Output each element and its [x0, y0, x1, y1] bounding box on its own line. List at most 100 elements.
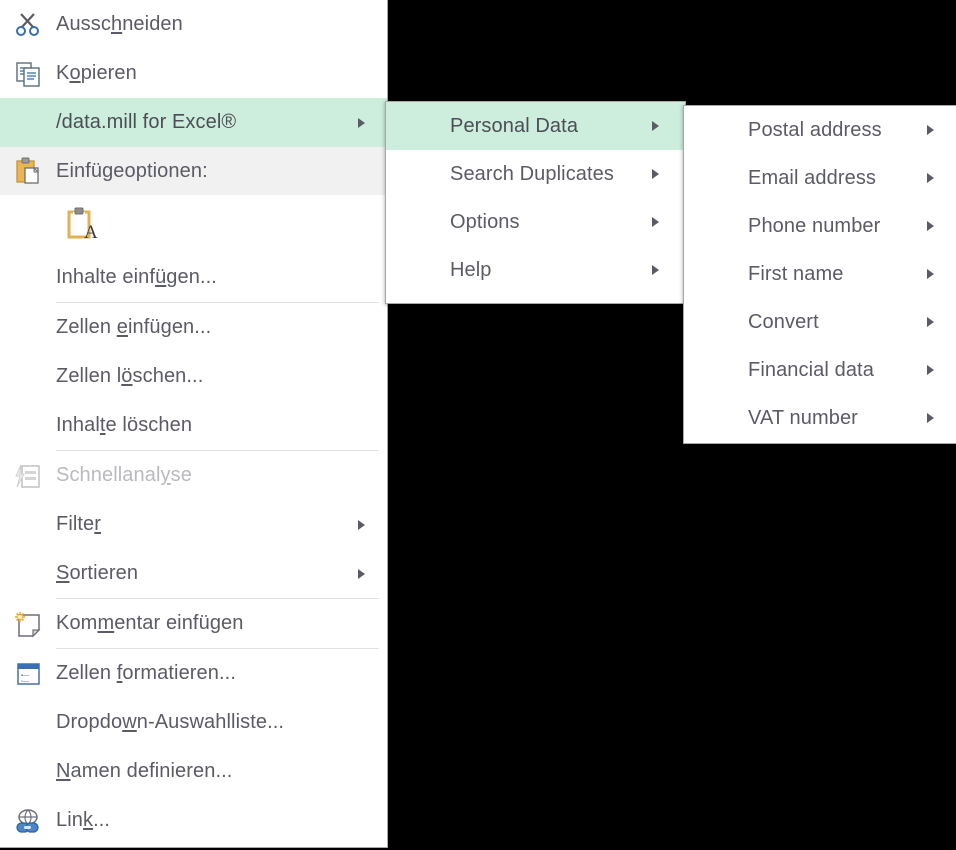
menu-item-label: Kopieren: [56, 62, 137, 84]
menu-item-copy[interactable]: Kopieren: [0, 49, 387, 98]
menu-item-sort[interactable]: Sortieren: [0, 549, 387, 598]
menu-item-icon-slot: [386, 150, 450, 199]
submenu-item-label: Options: [450, 210, 520, 233]
menu-item-icon-slot: [0, 500, 56, 549]
svg-text:A: A: [84, 222, 98, 243]
menu-item-insert-comment[interactable]: Kommentar einfügen: [0, 599, 387, 648]
menu-item-icon-slot: [0, 698, 56, 747]
menu-item-icon-slot: [0, 549, 56, 598]
menu-item-label: Namen definieren...: [56, 760, 233, 782]
submenu-item-label: Search Duplicates: [450, 162, 615, 185]
submenu-item-convert[interactable]: Convert: [684, 298, 956, 346]
menu-item-icon-slot: [684, 154, 748, 203]
scissors-icon: [0, 0, 56, 49]
hyperlink-icon: [0, 796, 56, 845]
menu-item-format-cells[interactable]: ▪— ▫— Zellen formatieren...: [0, 649, 387, 698]
menu-item-pick-from-dropdown[interactable]: Dropdown-Auswahlliste...: [0, 698, 387, 747]
menu-item-label: Schnellanalyse: [56, 464, 192, 486]
submenu-item-financial-data[interactable]: Financial data: [684, 346, 956, 394]
menu-item-icon-slot: [386, 102, 450, 151]
submenu-arrow-icon: [927, 317, 934, 327]
submenu-arrow-icon: [927, 173, 934, 183]
submenu-item-label: Phone number: [748, 214, 881, 237]
submenu-arrow-icon: [652, 217, 659, 227]
menu-item-paste-special[interactable]: Inhalte einfügen...: [0, 253, 387, 302]
menu-item-define-name[interactable]: Namen definieren...: [0, 747, 387, 796]
submenu-arrow-icon: [927, 365, 934, 375]
menu-item-label: Zellen löschen...: [56, 365, 204, 387]
submenu-arrow-icon: [927, 221, 934, 231]
submenu-item-label: Convert: [748, 310, 819, 333]
submenu-item-label: First name: [748, 262, 844, 285]
submenu-arrow-icon: [358, 519, 365, 530]
menu-item-label: /data.mill for Excel®: [56, 111, 237, 133]
menu-item-hyperlink[interactable]: Link...: [0, 796, 387, 845]
submenu-arrow-icon: [927, 269, 934, 279]
submenu-item-vat-number[interactable]: VAT number: [684, 394, 956, 442]
submenu-item-personal-data[interactable]: Personal Data: [386, 102, 685, 150]
submenu-item-label: Help: [450, 258, 492, 281]
menu-item-label: Zellen einfügen...: [56, 316, 212, 338]
quick-analysis-icon: [0, 451, 56, 500]
menu-item-icon-slot: [0, 98, 56, 147]
menu-item-icon-slot: [386, 198, 450, 247]
menu-item-icon-slot: [0, 747, 56, 796]
submenu-item-postal-address[interactable]: Postal address: [684, 106, 956, 154]
submenu-arrow-icon: [927, 413, 934, 423]
menu-item-filter[interactable]: Filter: [0, 500, 387, 549]
submenu-item-label: Postal address: [748, 118, 882, 141]
menu-item-icon-slot: [0, 401, 56, 450]
submenu-arrow-icon: [652, 121, 659, 131]
menu-item-label: Inhalte einfügen...: [56, 266, 217, 288]
comment-icon: [0, 599, 56, 648]
menu-item-icon-slot: [684, 106, 748, 155]
submenu-item-email-address[interactable]: Email address: [684, 154, 956, 202]
submenu-arrow-icon: [358, 117, 365, 128]
menu-item-label: Inhalte löschen: [56, 414, 193, 436]
submenu-item-label: Personal Data: [450, 114, 579, 137]
svg-text:▫—: ▫—: [21, 679, 29, 685]
excel-cell-context-menu[interactable]: Ausschneiden Kopieren /data.mill for Exc…: [0, 0, 388, 848]
submenu-arrow-icon: [927, 125, 934, 135]
submenu-arrow-icon: [652, 265, 659, 275]
menu-item-icon-slot: [0, 303, 56, 352]
submenu-arrow-icon: [358, 568, 365, 579]
menu-item-icon-slot: [684, 202, 748, 251]
menu-item-label: Filter: [56, 513, 102, 535]
submenu-arrow-icon: [652, 169, 659, 179]
submenu-item-first-name[interactable]: First name: [684, 250, 956, 298]
menu-item-delete-cells[interactable]: Zellen löschen...: [0, 352, 387, 401]
clipboard-icon: [0, 147, 56, 196]
personal-data-submenu[interactable]: Postal address Email address Phone numbe…: [683, 105, 956, 444]
clipboard-text-icon[interactable]: A: [56, 200, 108, 248]
submenu-item-phone-number[interactable]: Phone number: [684, 202, 956, 250]
paste-options-gallery[interactable]: A: [0, 195, 387, 253]
menu-item-label: Zellen formatieren...: [56, 662, 236, 684]
menu-item-quick-analysis: Schnellanalyse: [0, 451, 387, 500]
submenu-item-label: Email address: [748, 166, 877, 189]
menu-item-cut[interactable]: Ausschneiden: [0, 0, 387, 49]
menu-item-insert-cells[interactable]: Zellen einfügen...: [0, 303, 387, 352]
menu-item-icon-slot: [684, 346, 748, 395]
paste-options-header: Einfügeoptionen:: [0, 147, 387, 195]
submenu-item-label: Financial data: [748, 358, 874, 381]
submenu-item-label: VAT number: [748, 406, 858, 429]
submenu-item-search-duplicates[interactable]: Search Duplicates: [386, 150, 685, 198]
menu-item-label: Ausschneiden: [56, 13, 183, 35]
menu-item-icon-slot: [684, 250, 748, 299]
menu-item-label: Dropdown-Auswahlliste...: [56, 711, 285, 733]
paste-options-label: Einfügeoptionen:: [56, 159, 208, 182]
menu-item-icon-slot: [386, 246, 450, 295]
menu-item-label: Kommentar einfügen: [56, 612, 244, 634]
menu-item-label: Link...: [56, 809, 111, 831]
format-cells-icon: ▪— ▫—: [0, 649, 56, 698]
datamill-submenu[interactable]: Personal Data Search Duplicates Options …: [385, 101, 686, 304]
submenu-item-options[interactable]: Options: [386, 198, 685, 246]
menu-item-datamill[interactable]: /data.mill for Excel®: [0, 98, 387, 147]
menu-item-icon-slot: [684, 298, 748, 347]
menu-item-icon-slot: [684, 394, 748, 443]
menu-item-clear-contents[interactable]: Inhalte löschen: [0, 401, 387, 450]
menu-item-icon-slot: [0, 352, 56, 401]
menu-item-label: Sortieren: [56, 562, 139, 584]
submenu-item-help[interactable]: Help: [386, 246, 685, 294]
